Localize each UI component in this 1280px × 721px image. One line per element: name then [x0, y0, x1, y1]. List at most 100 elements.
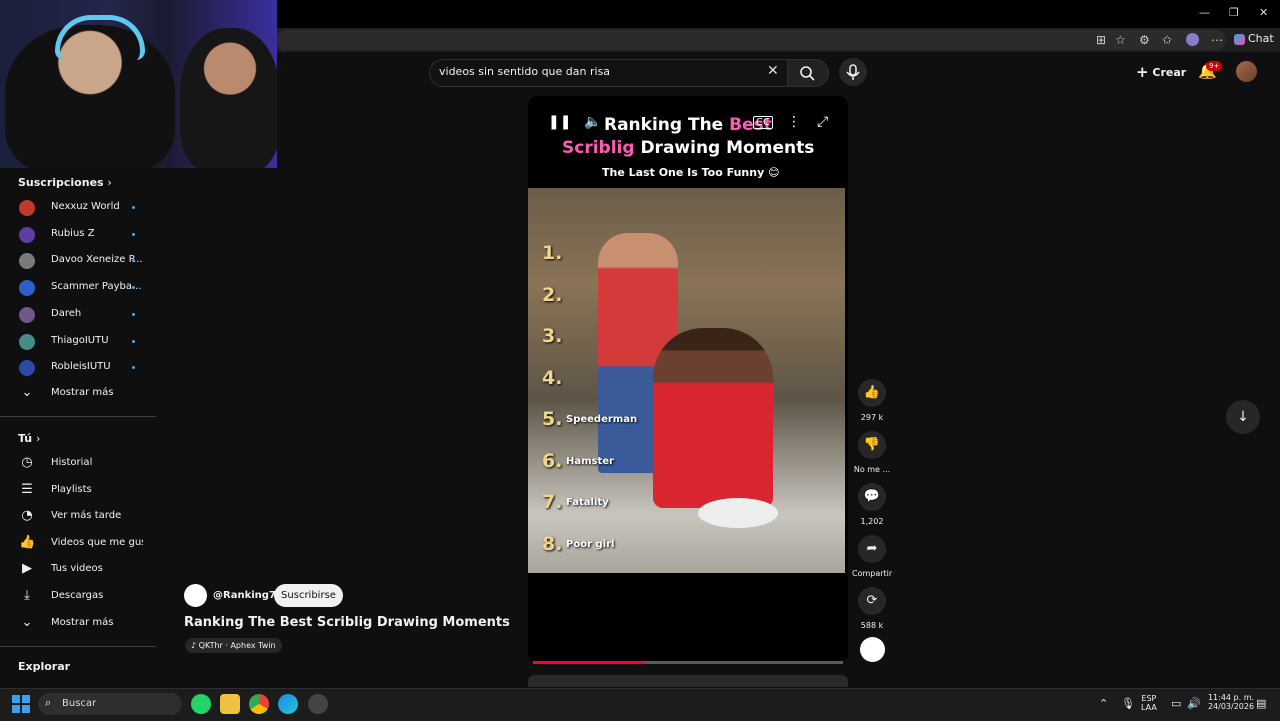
rank-number: 6.	[542, 449, 563, 472]
sidebar-item[interactable]: ⤓ Descargas	[0, 584, 156, 610]
volume-icon[interactable]: 🔈	[584, 114, 601, 130]
file-explorer-icon[interactable]	[220, 694, 240, 714]
clear-search-icon[interactable]: ✕	[767, 63, 779, 79]
music-chip[interactable]: ♪ QKThr · Aphex Twin	[185, 638, 282, 653]
copilot-chat-button[interactable]: Chat	[1234, 32, 1274, 45]
video-overlay-title-line2: Scriblig Drawing Moments	[562, 138, 815, 158]
rank-number: 4.	[542, 366, 563, 389]
subscription-item[interactable]: Nexxuz World	[0, 195, 156, 221]
account-avatar[interactable]	[1236, 61, 1257, 82]
pause-button[interactable]: ❚❚	[548, 114, 571, 130]
chrome-icon[interactable]	[249, 694, 269, 714]
comment-icon: 💬	[863, 489, 881, 504]
favorite-star-icon[interactable]: ☆	[1115, 33, 1126, 47]
taskbar-search[interactable]: ⌕	[38, 693, 182, 715]
sidebar: Suscripciones › Nexxuz World Rubius Z Davo…	[0, 168, 156, 688]
channel-avatar-icon	[19, 333, 35, 350]
app-icon[interactable]	[308, 694, 328, 714]
next-short-preview[interactable]	[528, 675, 848, 687]
explore-header[interactable]: Explorar	[18, 660, 70, 673]
chevron-right-icon: ›	[107, 176, 112, 189]
comments-button[interactable]: 💬	[858, 483, 886, 511]
remix-button[interactable]: ⟳	[858, 587, 886, 615]
sidebar-item[interactable]: ▶ Tus videos	[0, 557, 156, 583]
language-indicator[interactable]: ESP LAA	[1141, 694, 1157, 712]
split-screen-icon[interactable]: ⊞	[1096, 33, 1106, 47]
share-button[interactable]: ➦	[858, 535, 886, 563]
subscription-item[interactable]: Dareh	[0, 302, 156, 328]
favorites-icon[interactable]: ✩	[1162, 33, 1172, 47]
channel-avatar-icon	[19, 226, 35, 243]
volume-tray-icon[interactable]: 🔊	[1187, 697, 1201, 710]
chevron-right-icon: ›	[35, 432, 41, 445]
music-note-icon: ♪	[191, 641, 197, 650]
you-header[interactable]: Tú ›	[18, 432, 40, 445]
more-options-icon[interactable]: ⋯	[1211, 33, 1223, 47]
playlists-icon: ☰	[21, 481, 33, 497]
notification-center-icon[interactable]: ▤	[1256, 697, 1266, 710]
subscribe-button[interactable]: Suscribirse	[274, 584, 343, 607]
taskbar-search-placeholder: Buscar	[62, 698, 97, 709]
show-more-subscriptions[interactable]: ⌄ Mostrar más	[0, 381, 156, 407]
whatsapp-icon[interactable]	[191, 694, 211, 714]
share-label: Compartir	[852, 569, 893, 578]
divider	[0, 646, 156, 647]
rank-label: Hamster	[566, 455, 614, 467]
subscription-item[interactable]: ThiagoIUTU	[0, 329, 156, 355]
create-button[interactable]: + Crear	[1136, 63, 1186, 81]
channel-avatar[interactable]	[184, 584, 207, 607]
subscription-item[interactable]: RobleisIUTU	[0, 355, 156, 381]
network-icon[interactable]: ▭	[1171, 697, 1181, 710]
next-video-button[interactable]: ↓	[1226, 400, 1260, 434]
thumbs-down-icon: 👎	[863, 437, 881, 452]
fullscreen-icon[interactable]: ⤢	[817, 114, 828, 130]
sidebar-item[interactable]: ☰ Playlists	[0, 478, 156, 504]
like-button[interactable]: 👍	[858, 379, 886, 407]
arrow-down-icon: ↓	[1237, 409, 1249, 425]
copilot-icon	[1234, 33, 1245, 45]
show-more-you[interactable]: ⌄ Mostrar más	[0, 611, 156, 637]
clock[interactable]: 11:44 p. m. 24/03/2026	[1206, 693, 1256, 711]
rank-label: Fatality	[566, 497, 609, 508]
dislike-label: No me ...	[853, 465, 891, 474]
headset-icon	[55, 15, 145, 60]
chevron-down-icon: ⌄	[21, 385, 33, 400]
new-content-dot	[132, 312, 135, 316]
subscriptions-header[interactable]: Suscripciones ›	[18, 176, 112, 189]
edge-icon[interactable]	[278, 694, 298, 714]
subscription-item[interactable]: Rubius Z	[0, 222, 156, 248]
new-content-dot	[132, 232, 135, 236]
sidebar-item[interactable]: ◔ Ver más tarde	[0, 504, 156, 530]
close-window-button[interactable]: ✕	[1259, 6, 1268, 19]
captions-icon[interactable]: CC	[753, 116, 773, 129]
search-query-text: videos sin sentido que dan risa	[439, 65, 611, 78]
progress-bar-fill	[533, 661, 645, 664]
search-icon: ⌕	[45, 696, 52, 709]
subscription-item[interactable]: Scammer Payba...	[0, 275, 156, 301]
voice-search-button[interactable]	[839, 58, 867, 86]
rank-number: 7.	[542, 491, 563, 513]
dislike-button[interactable]: 👎	[858, 431, 886, 459]
thumbs-up-icon: 👍	[863, 385, 881, 400]
minimize-button[interactable]: —	[1199, 6, 1210, 19]
subscription-item[interactable]: Davoo Xeneize P...	[0, 248, 156, 274]
video-title[interactable]: Ranking The Best Scriblig Drawing Moment…	[184, 615, 510, 630]
rank-number: 3.	[542, 325, 563, 347]
search-button[interactable]	[787, 59, 829, 87]
tray-chevron-icon[interactable]: ⌃	[1099, 697, 1108, 710]
windows-start-icon[interactable]	[12, 695, 30, 713]
maximize-button[interactable]: ❐	[1229, 6, 1239, 19]
mic-tray-icon[interactable]: 🎙	[1121, 697, 1135, 710]
thumbs-up-icon: 👍	[19, 534, 36, 550]
microphone-icon	[846, 64, 860, 80]
video-frame[interactable]: 1. 2. 3. 4. 5. Speederman 6. Hamster 7. Fatality 8…	[528, 188, 845, 573]
sidebar-item[interactable]: 👍Videos que me gus...	[0, 531, 156, 557]
address-bar[interactable]	[276, 30, 1226, 50]
person-figure	[653, 328, 773, 508]
profile-icon[interactable]	[1186, 33, 1199, 46]
channel-avatar-thumb[interactable]	[860, 637, 885, 662]
extensions-icon[interactable]: ⚙	[1139, 33, 1150, 47]
more-vertical-icon[interactable]: ⋮	[787, 114, 801, 130]
sidebar-item[interactable]: ◷ Historial	[0, 451, 156, 477]
plate	[698, 498, 778, 528]
